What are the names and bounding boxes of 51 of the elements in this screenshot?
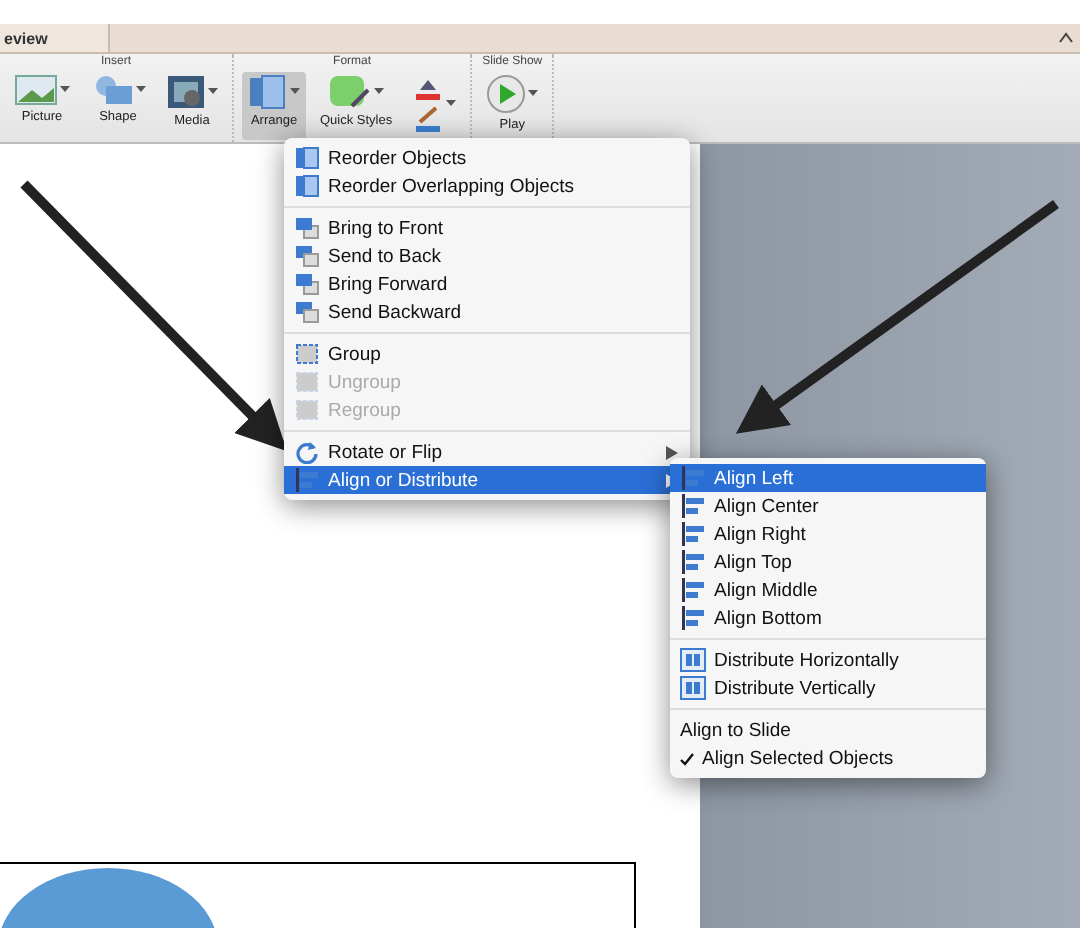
menu-item[interactable]: Align to Slide xyxy=(670,716,986,744)
caret-icon xyxy=(290,88,300,96)
menu-item[interactable]: Distribute Horizontally xyxy=(670,646,986,674)
caret-icon xyxy=(528,90,539,98)
layers-icon xyxy=(294,216,320,240)
rotate-icon xyxy=(294,440,320,464)
caret-icon xyxy=(136,86,146,94)
align-icon xyxy=(680,494,706,518)
layers-icon xyxy=(294,146,320,170)
menu-item[interactable]: Reorder Objects xyxy=(284,144,690,172)
align-icon xyxy=(680,522,706,546)
layers-icon xyxy=(294,300,320,324)
arrange-icon xyxy=(248,74,288,110)
align-icon xyxy=(680,606,706,630)
layers-icon xyxy=(294,244,320,268)
group-icon xyxy=(294,398,320,422)
menu-item[interactable]: Align Middle xyxy=(670,576,986,604)
menu-item[interactable]: Bring Forward xyxy=(284,270,690,298)
menu-item[interactable]: Align Top xyxy=(670,548,986,576)
film-icon xyxy=(166,74,206,110)
distribute-icon xyxy=(680,676,706,700)
layers-icon xyxy=(294,272,320,296)
caret-icon xyxy=(374,88,385,96)
align-icon xyxy=(680,550,706,574)
menu-item[interactable]: Send Backward xyxy=(284,298,690,326)
picture-icon xyxy=(14,74,58,106)
align-icon xyxy=(680,466,706,490)
menu-item[interactable]: Align Center xyxy=(670,492,986,520)
menu-item[interactable]: Rotate or Flip xyxy=(284,438,690,466)
group-icon xyxy=(294,370,320,394)
menu-item[interactable]: Distribute Vertically xyxy=(670,674,986,702)
menu-item[interactable]: Align Selected Objects xyxy=(670,744,986,772)
menu-item[interactable]: Group xyxy=(284,340,690,368)
menu-item[interactable]: Bring to Front xyxy=(284,214,690,242)
menu-item[interactable]: Send to Back xyxy=(284,242,690,270)
menu-item[interactable]: Reorder Overlapping Objects xyxy=(284,172,690,200)
distribute-icon xyxy=(680,648,706,672)
caret-icon xyxy=(446,100,457,108)
menu-item[interactable]: Align Right xyxy=(670,520,986,548)
menu-item[interactable]: Align Left xyxy=(670,464,986,492)
caret-icon xyxy=(208,88,218,96)
play-icon xyxy=(486,74,527,114)
align-icon xyxy=(680,578,706,602)
brush-icon xyxy=(328,74,373,110)
shapes-icon xyxy=(90,74,134,106)
menu-item[interactable]: Align Bottom xyxy=(670,604,986,632)
align-icon xyxy=(294,468,320,492)
ribbon-tab[interactable]: eview xyxy=(0,24,110,52)
caret-icon xyxy=(60,86,70,94)
layers-icon xyxy=(294,174,320,198)
group-icon xyxy=(294,342,320,366)
